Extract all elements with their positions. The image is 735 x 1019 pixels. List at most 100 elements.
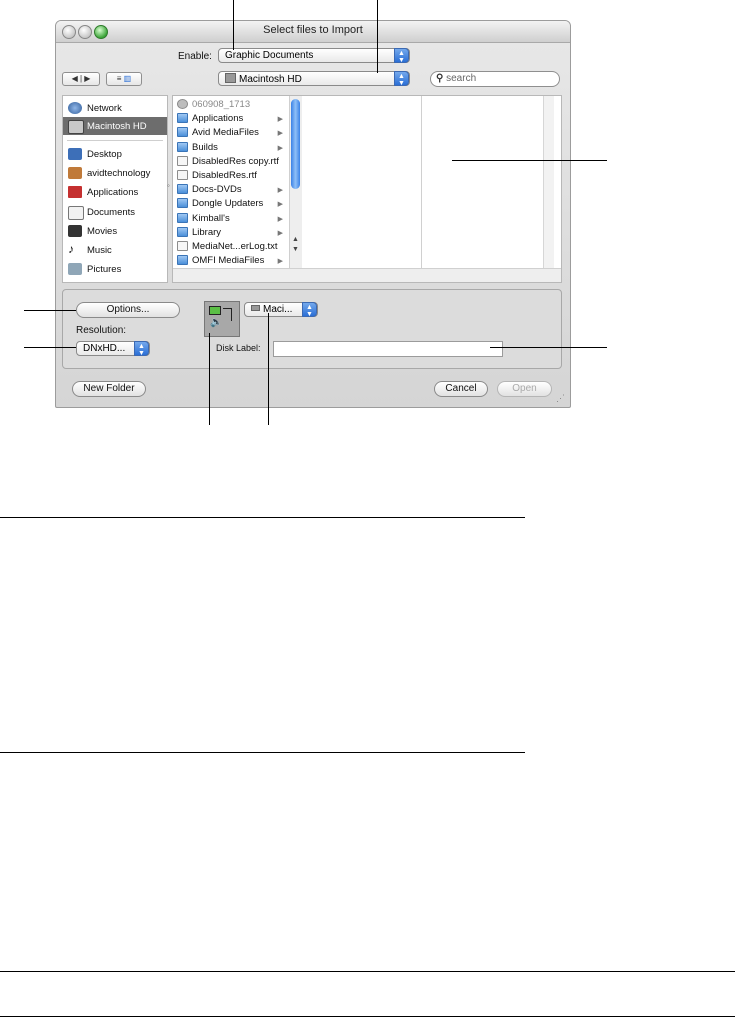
disk-label-field[interactable] bbox=[273, 341, 503, 357]
hard-drive-icon bbox=[225, 73, 236, 83]
routing-arrow-icon bbox=[223, 308, 232, 321]
callout-line-disk-label bbox=[490, 347, 607, 348]
scroll-up-arrow-icon[interactable]: ▲ bbox=[292, 236, 299, 243]
preview-column-scrollbar[interactable] bbox=[543, 96, 554, 268]
search-placeholder: search bbox=[446, 73, 477, 84]
column-browser: 060908_1713 Applications ▶ Avid MediaFiles ▶… bbox=[172, 95, 562, 283]
disclosure-arrow-icon: ▶ bbox=[277, 144, 283, 152]
file-list-item[interactable]: Builds ▶ bbox=[177, 141, 289, 156]
popup-arrows-icon: ▲ ▼ bbox=[302, 302, 317, 318]
enable-label: Enable: bbox=[178, 51, 212, 62]
horizontal-rule bbox=[0, 752, 525, 753]
forward-arrow-icon[interactable]: ▶ bbox=[84, 74, 90, 83]
disclosure-arrow-icon: ▶ bbox=[277, 130, 283, 138]
audio-speaker-icon: 🔈 bbox=[210, 317, 223, 328]
file-name: Dongle Updaters bbox=[192, 198, 264, 210]
disclosure-arrow-icon: ▶ bbox=[277, 116, 283, 124]
sidebar-resize-handle[interactable]: ◦ bbox=[167, 181, 170, 190]
file-list-item[interactable]: Library ▶ bbox=[177, 226, 289, 241]
file-list-item[interactable]: Kimball's ▶ bbox=[177, 212, 289, 227]
drive-icon bbox=[251, 305, 260, 311]
video-icon bbox=[209, 306, 221, 315]
horizontal-rule bbox=[0, 971, 735, 972]
callout-line-options bbox=[24, 310, 76, 311]
sidebar-item-label: Pictures bbox=[87, 264, 122, 275]
open-button[interactable]: Open bbox=[497, 381, 552, 397]
enable-popup[interactable]: Graphic Documents ▲ ▼ bbox=[218, 48, 410, 64]
file-name: Avid MediaFiles bbox=[192, 127, 259, 139]
sidebar-item-label: Desktop bbox=[87, 149, 122, 160]
location-popup[interactable]: Macintosh HD ▲ ▼ bbox=[218, 71, 410, 87]
callout-line-target-drive bbox=[268, 313, 269, 425]
back-forward-control[interactable]: ◀ | ▶ bbox=[62, 72, 100, 86]
popup-arrows-icon: ▲ ▼ bbox=[134, 341, 149, 357]
file-list-item[interactable]: DisabledRes copy.rtf bbox=[177, 155, 289, 170]
resize-grip-icon[interactable]: ⋰ bbox=[556, 393, 565, 404]
file-list-item[interactable]: MediaNet...erLog.txt bbox=[177, 241, 289, 255]
globe-icon bbox=[68, 102, 82, 114]
file-list-item[interactable]: DisabledRes.rtf bbox=[177, 170, 289, 184]
movies-icon bbox=[68, 225, 82, 237]
sidebar-item-label: Movies bbox=[87, 226, 118, 237]
scroll-thumb[interactable] bbox=[291, 99, 300, 189]
callout-line-resolution bbox=[24, 347, 76, 348]
sidebar-item-avidtechnology[interactable]: avidtechnology bbox=[63, 164, 167, 182]
file-list-item[interactable]: Dongle Updaters ▶ bbox=[177, 198, 289, 212]
list-view-icon[interactable]: ≡ bbox=[117, 74, 122, 83]
callout-line-source-toggle bbox=[209, 333, 210, 425]
file-name: Kimball's bbox=[192, 212, 230, 224]
horizontal-scrollbar[interactable] bbox=[173, 268, 561, 282]
file-list-item[interactable]: Docs-DVDs ▶ bbox=[177, 184, 289, 198]
sidebar-item-movies[interactable]: Movies bbox=[63, 222, 167, 240]
folder-icon bbox=[177, 127, 188, 138]
sidebar-item-applications[interactable]: Applications bbox=[63, 183, 167, 201]
new-folder-button[interactable]: New Folder bbox=[72, 381, 146, 397]
scroll-down-arrow-icon[interactable]: ▼ bbox=[292, 246, 299, 253]
search-field[interactable]: ⚲ search bbox=[430, 71, 560, 87]
sidebar-item-documents[interactable]: Documents bbox=[63, 203, 167, 221]
folder-icon bbox=[177, 255, 188, 266]
file-column-scrollbar[interactable]: ▲ ▼ bbox=[289, 96, 302, 268]
applications-icon bbox=[68, 186, 82, 198]
folder-icon bbox=[177, 212, 188, 223]
sidebar-item-network[interactable]: Network bbox=[63, 99, 167, 117]
back-arrow-icon[interactable]: ◀ bbox=[72, 74, 78, 83]
file-name: OMFI MediaFiles bbox=[192, 255, 265, 267]
file-name: Applications bbox=[192, 113, 244, 125]
resolution-popup[interactable]: DNxHD... ▲ ▼ bbox=[76, 341, 150, 357]
file-list-item[interactable]: 060908_1713 bbox=[177, 99, 289, 113]
sidebar-item-label: Documents bbox=[87, 207, 136, 218]
file-list-item[interactable]: Avid MediaFiles ▶ bbox=[177, 127, 289, 141]
file-name: Builds bbox=[192, 141, 218, 153]
document-icon bbox=[177, 241, 188, 251]
source-toggle-button[interactable]: 🔈 bbox=[204, 301, 240, 337]
folder-icon bbox=[177, 198, 188, 209]
home-icon bbox=[68, 167, 82, 179]
cancel-button[interactable]: Cancel bbox=[434, 381, 488, 397]
popup-arrows-icon: ▲ ▼ bbox=[394, 48, 409, 64]
disk-image-icon bbox=[177, 99, 188, 109]
column-divider bbox=[421, 96, 422, 268]
disclosure-arrow-icon: ▶ bbox=[277, 187, 283, 195]
column-view-icon[interactable]: ▥ bbox=[124, 74, 132, 83]
view-mode-control[interactable]: ≡ ▥ bbox=[106, 72, 142, 86]
sidebar-item-music[interactable]: ♪ Music bbox=[63, 241, 167, 259]
music-icon: ♪ bbox=[68, 242, 74, 256]
file-list-item[interactable]: Applications ▶ bbox=[177, 113, 289, 127]
folder-icon bbox=[177, 113, 188, 124]
disclosure-arrow-icon: ▶ bbox=[277, 215, 283, 223]
sidebar-item-label: avidtechnology bbox=[87, 168, 151, 179]
title-bar[interactable]: Select files to Import bbox=[56, 21, 570, 43]
sidebar-item-desktop[interactable]: Desktop bbox=[63, 145, 167, 163]
location-popup-value: Macintosh HD bbox=[239, 74, 302, 85]
window-title: Select files to Import bbox=[263, 24, 363, 36]
disclosure-arrow-icon: ▶ bbox=[277, 201, 283, 209]
sidebar-item-label: Network bbox=[87, 103, 122, 114]
sidebar-item-macintosh-hd[interactable]: Macintosh HD bbox=[63, 117, 167, 135]
file-column: 060908_1713 Applications ▶ Avid MediaFiles ▶… bbox=[173, 96, 289, 268]
target-drive-popup[interactable]: Maci... ▲ ▼ bbox=[244, 302, 318, 318]
callout-line-enable bbox=[233, 0, 234, 50]
desktop-icon bbox=[68, 148, 82, 160]
sidebar-item-pictures[interactable]: Pictures bbox=[63, 260, 167, 278]
options-button[interactable]: Options... bbox=[76, 302, 180, 318]
